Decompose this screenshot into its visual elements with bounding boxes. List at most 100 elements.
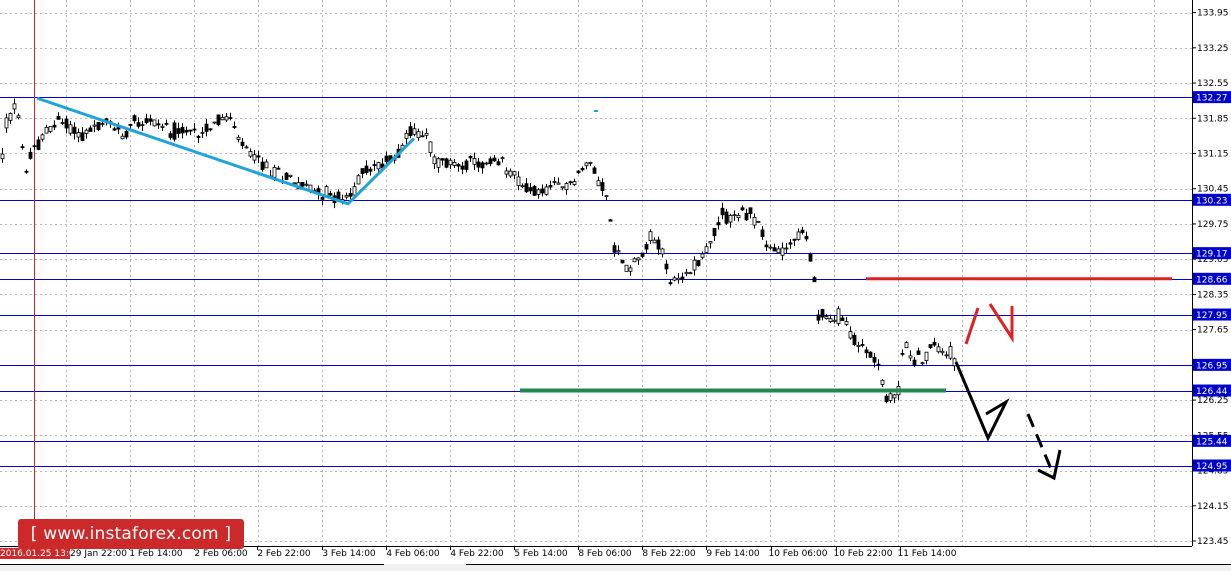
candle-down [196, 135, 201, 138]
candle-up [752, 217, 757, 226]
candle-up [288, 174, 293, 177]
x-tick-label: 4 Feb 06:00 [386, 549, 440, 559]
candle-up [452, 162, 457, 166]
candle-down [420, 135, 425, 138]
candle-up [160, 125, 165, 128]
candle-down [96, 121, 101, 131]
y-tick-label: 131.15 [1197, 149, 1229, 159]
candle-up [628, 267, 633, 272]
candle-up [892, 394, 897, 399]
candle-up [8, 113, 13, 121]
candle-down [496, 161, 501, 166]
candle-up [544, 186, 549, 195]
candle-down [284, 172, 289, 180]
candle-up [4, 117, 9, 129]
candle-up [92, 124, 97, 127]
y-tick-label: 129.75 [1197, 220, 1229, 230]
x-tick-label: 2 Feb 06:00 [194, 549, 248, 559]
candle-up [768, 246, 773, 249]
candle-up [40, 134, 45, 140]
instaforex-watermark: [ www.instaforex.com ] [18, 519, 244, 549]
level-badge-label: 128.66 [1196, 275, 1228, 285]
candle-up [508, 170, 513, 177]
candle-up [780, 247, 785, 256]
candle-down [20, 146, 25, 148]
candle-down [384, 155, 389, 163]
candle-up [552, 181, 557, 183]
y-tick-label: 131.85 [1197, 114, 1229, 124]
candle-down [208, 128, 213, 131]
candle-down [864, 349, 869, 354]
candle-up [344, 195, 349, 198]
candle-down [724, 211, 729, 224]
candle-up [432, 156, 437, 165]
candle-up [660, 248, 665, 255]
candle-up [272, 166, 277, 178]
candle-up [948, 346, 953, 359]
candle-up [784, 247, 789, 250]
candle-up [428, 141, 433, 154]
candle-up [888, 393, 893, 401]
candle-down [876, 363, 881, 366]
level-badge-label: 127.95 [1196, 311, 1228, 321]
candle-up [856, 345, 861, 348]
y-tick-label: 128.35 [1197, 290, 1229, 300]
x-tick-label: 1 Feb 14:00 [129, 549, 183, 559]
candle-up [728, 215, 733, 223]
candle-down [164, 122, 169, 125]
candle-up [796, 231, 801, 240]
candle-down [772, 247, 777, 252]
candle-up [604, 195, 609, 197]
candle-up [484, 162, 489, 165]
candle-down [56, 116, 61, 120]
candle-down [788, 242, 793, 245]
candle-down [460, 165, 465, 170]
candle-down [608, 219, 613, 222]
candle-down [816, 314, 821, 321]
candle-down [884, 395, 889, 402]
candle-down [148, 118, 153, 122]
candle-down [260, 161, 265, 170]
candle-down [480, 162, 485, 169]
candle-down [540, 188, 545, 194]
candle-up [212, 121, 217, 124]
candle-down [804, 235, 809, 240]
candle-down [80, 132, 85, 142]
candle-up [200, 131, 205, 134]
candle-up [424, 132, 429, 136]
x-tick-label: 5 Feb 14:00 [514, 549, 568, 559]
candle-up [936, 346, 941, 353]
candle-down [204, 123, 209, 132]
candle-up [412, 128, 417, 135]
candle-up [120, 135, 125, 140]
level-badge-label: 132.27 [1196, 94, 1228, 104]
candle-down [320, 196, 325, 200]
candle-down [612, 245, 617, 253]
candle-up [564, 183, 569, 191]
candle-down [476, 161, 481, 168]
candle-up [436, 158, 441, 168]
level-badge-label: 126.44 [1196, 387, 1228, 397]
x-tick-label: 10 Feb 22:00 [833, 549, 892, 559]
candle-down [440, 158, 445, 161]
candle-down [900, 353, 905, 355]
candle-up [220, 117, 225, 121]
candle-up [140, 124, 145, 126]
candle-down [228, 117, 233, 120]
candle-up [848, 331, 853, 339]
candle-up [504, 170, 509, 175]
candle-down [176, 128, 181, 134]
bottom-strip [0, 564, 1231, 571]
candle-down [840, 317, 845, 321]
x-tick-label: 8 Feb 22:00 [642, 549, 696, 559]
price-chart[interactable]: 133.95 133.25 132.55 131.85 131.15 130.45 129.… [0, 0, 1231, 571]
candle-down [800, 229, 805, 233]
candle-down [444, 158, 449, 168]
candle-down [808, 253, 813, 262]
candle-down [408, 126, 413, 136]
candle-down [88, 127, 93, 132]
candle-up [244, 146, 249, 149]
candle-down [276, 167, 281, 170]
candle-down [188, 129, 193, 132]
candle-up [676, 277, 681, 281]
